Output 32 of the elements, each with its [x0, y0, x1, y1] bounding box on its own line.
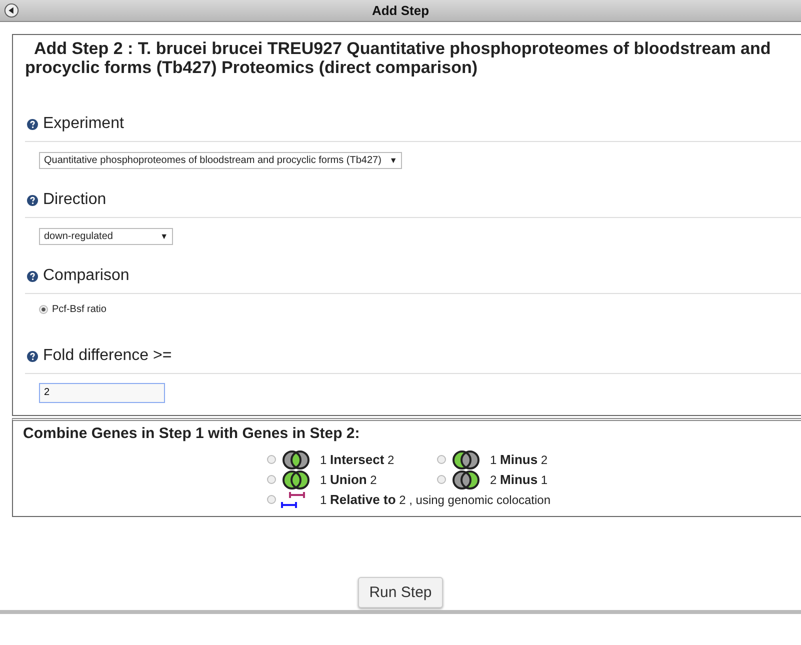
parameter-label: Comparison — [43, 267, 130, 285]
input-field[interactable]: 2 — [39, 382, 165, 402]
operation-label: 2 Minus 1 — [490, 472, 548, 487]
radio-button[interactable] — [437, 475, 446, 484]
help-icon[interactable] — [27, 270, 38, 282]
help-icon[interactable] — [27, 118, 38, 130]
operation-label: 1 Union 2 — [320, 472, 377, 487]
radio-label: Pcf-Bsf ratio — [52, 304, 106, 315]
venn-icon — [450, 470, 482, 490]
help-icon[interactable] — [27, 350, 38, 362]
combine-title: Combine Genes in Step 1 with Genes in Step 2: — [23, 424, 361, 442]
radio-button[interactable] — [267, 475, 276, 484]
operation-label: 1 Minus 2 — [490, 452, 548, 467]
venn-icon — [280, 450, 312, 470]
parameter-label: Experiment — [43, 115, 124, 133]
help-icon[interactable] — [27, 194, 38, 206]
radio-button[interactable] — [39, 305, 48, 314]
venn-icon — [450, 450, 482, 470]
venn-icon — [280, 470, 312, 490]
operation-label: 1 Intersect 2 — [320, 452, 394, 467]
radio-button[interactable] — [267, 495, 276, 504]
operation-label: 1 Relative to 2 , using genomic colocation — [320, 492, 551, 507]
parameter-label: Fold difference >= — [43, 347, 172, 365]
run-step-button[interactable]: Run Step — [358, 576, 443, 608]
parameter-label: Direction — [43, 191, 106, 209]
dropdown[interactable]: Quantitative phosphoproteomes of bloodstream and procyclic forms (Tb427) ▼ — [39, 152, 402, 169]
radio-button[interactable] — [437, 455, 446, 464]
radio-button[interactable] — [267, 455, 276, 464]
back-icon[interactable] — [4, 3, 19, 18]
dropdown[interactable]: down-regulated ▼ — [39, 228, 173, 245]
window-title: Add Step — [372, 3, 430, 18]
step-heading: Add Step 2 : T. brucei brucei TREU927 Quantitative phosphoproteomes of bloodstream and procyclic forms (Tb427) Proteomics (direct comparison) — [25, 39, 772, 77]
